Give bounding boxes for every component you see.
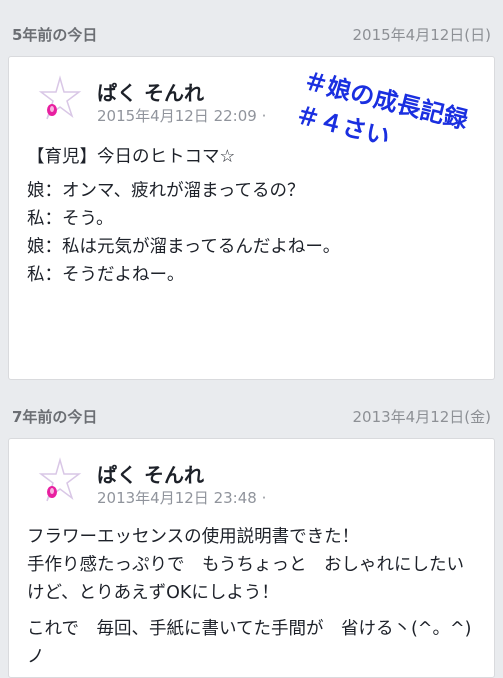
author-name[interactable]: ぱく そんれ [97,77,204,106]
post-text-line: 私：そう。 [27,209,114,229]
post-text-line: これで 毎回、手紙に書いてた手間が 省ける丶(^。^)ノ [27,619,472,667]
post-text-line: 【育児】今日のヒトコマ☆ [27,147,236,167]
avatar[interactable] [37,457,83,503]
avatar-star-icon [38,457,82,502]
post-text-line: 娘：私は元気が溜まってるんだよねー。 [27,237,341,257]
memory-section-date: 2013年4月12日(金) [352,407,491,426]
post-card: ぱく そんれ 2013年4月12日 23:48 · フラワーエッセンスの使用説明… [8,438,495,678]
post-text-line: フラワーエッセンスの使用説明書できた！ [27,527,360,547]
post-body: フラワーエッセンスの使用説明書できた！ 手作り感たっぷりで もうちょっと おしゃ… [27,523,480,671]
post-body: 【育児】今日のヒトコマ☆ 娘：オンマ、疲れが溜まってるの？ 私：そう。 娘：私は… [27,143,480,289]
author-name[interactable]: ぱく そんれ [97,459,204,488]
avatar[interactable] [37,75,83,121]
post-card: ぱく そんれ 2015年4月12日 22:09 · ＃娘の成長記録 ＃４さい 【… [8,56,495,380]
memory-section-header: 7年前の今日 2013年4月12日(金) [0,394,503,438]
post-text-line: 私：そうだよねー。 [27,265,185,285]
post-text-line: 手作り感たっぷりで もうちょっと おしゃれにしたいけど、とりあえずOKにしよう！ [27,555,464,603]
memory-section-title: 7年前の今日 [12,407,98,426]
post-timestamp[interactable]: 2013年4月12日 23:48 · [97,487,266,508]
post-text-line: 娘：オンマ、疲れが溜まってるの？ [27,181,305,201]
post-timestamp[interactable]: 2015年4月12日 22:09 · [97,105,266,126]
memory-section-title: 5年前の今日 [12,25,98,44]
memory-section-date: 2015年4月12日(日) [352,25,491,44]
memory-section-header: 5年前の今日 2015年4月12日(日) [0,12,503,56]
avatar-star-icon [38,75,82,120]
